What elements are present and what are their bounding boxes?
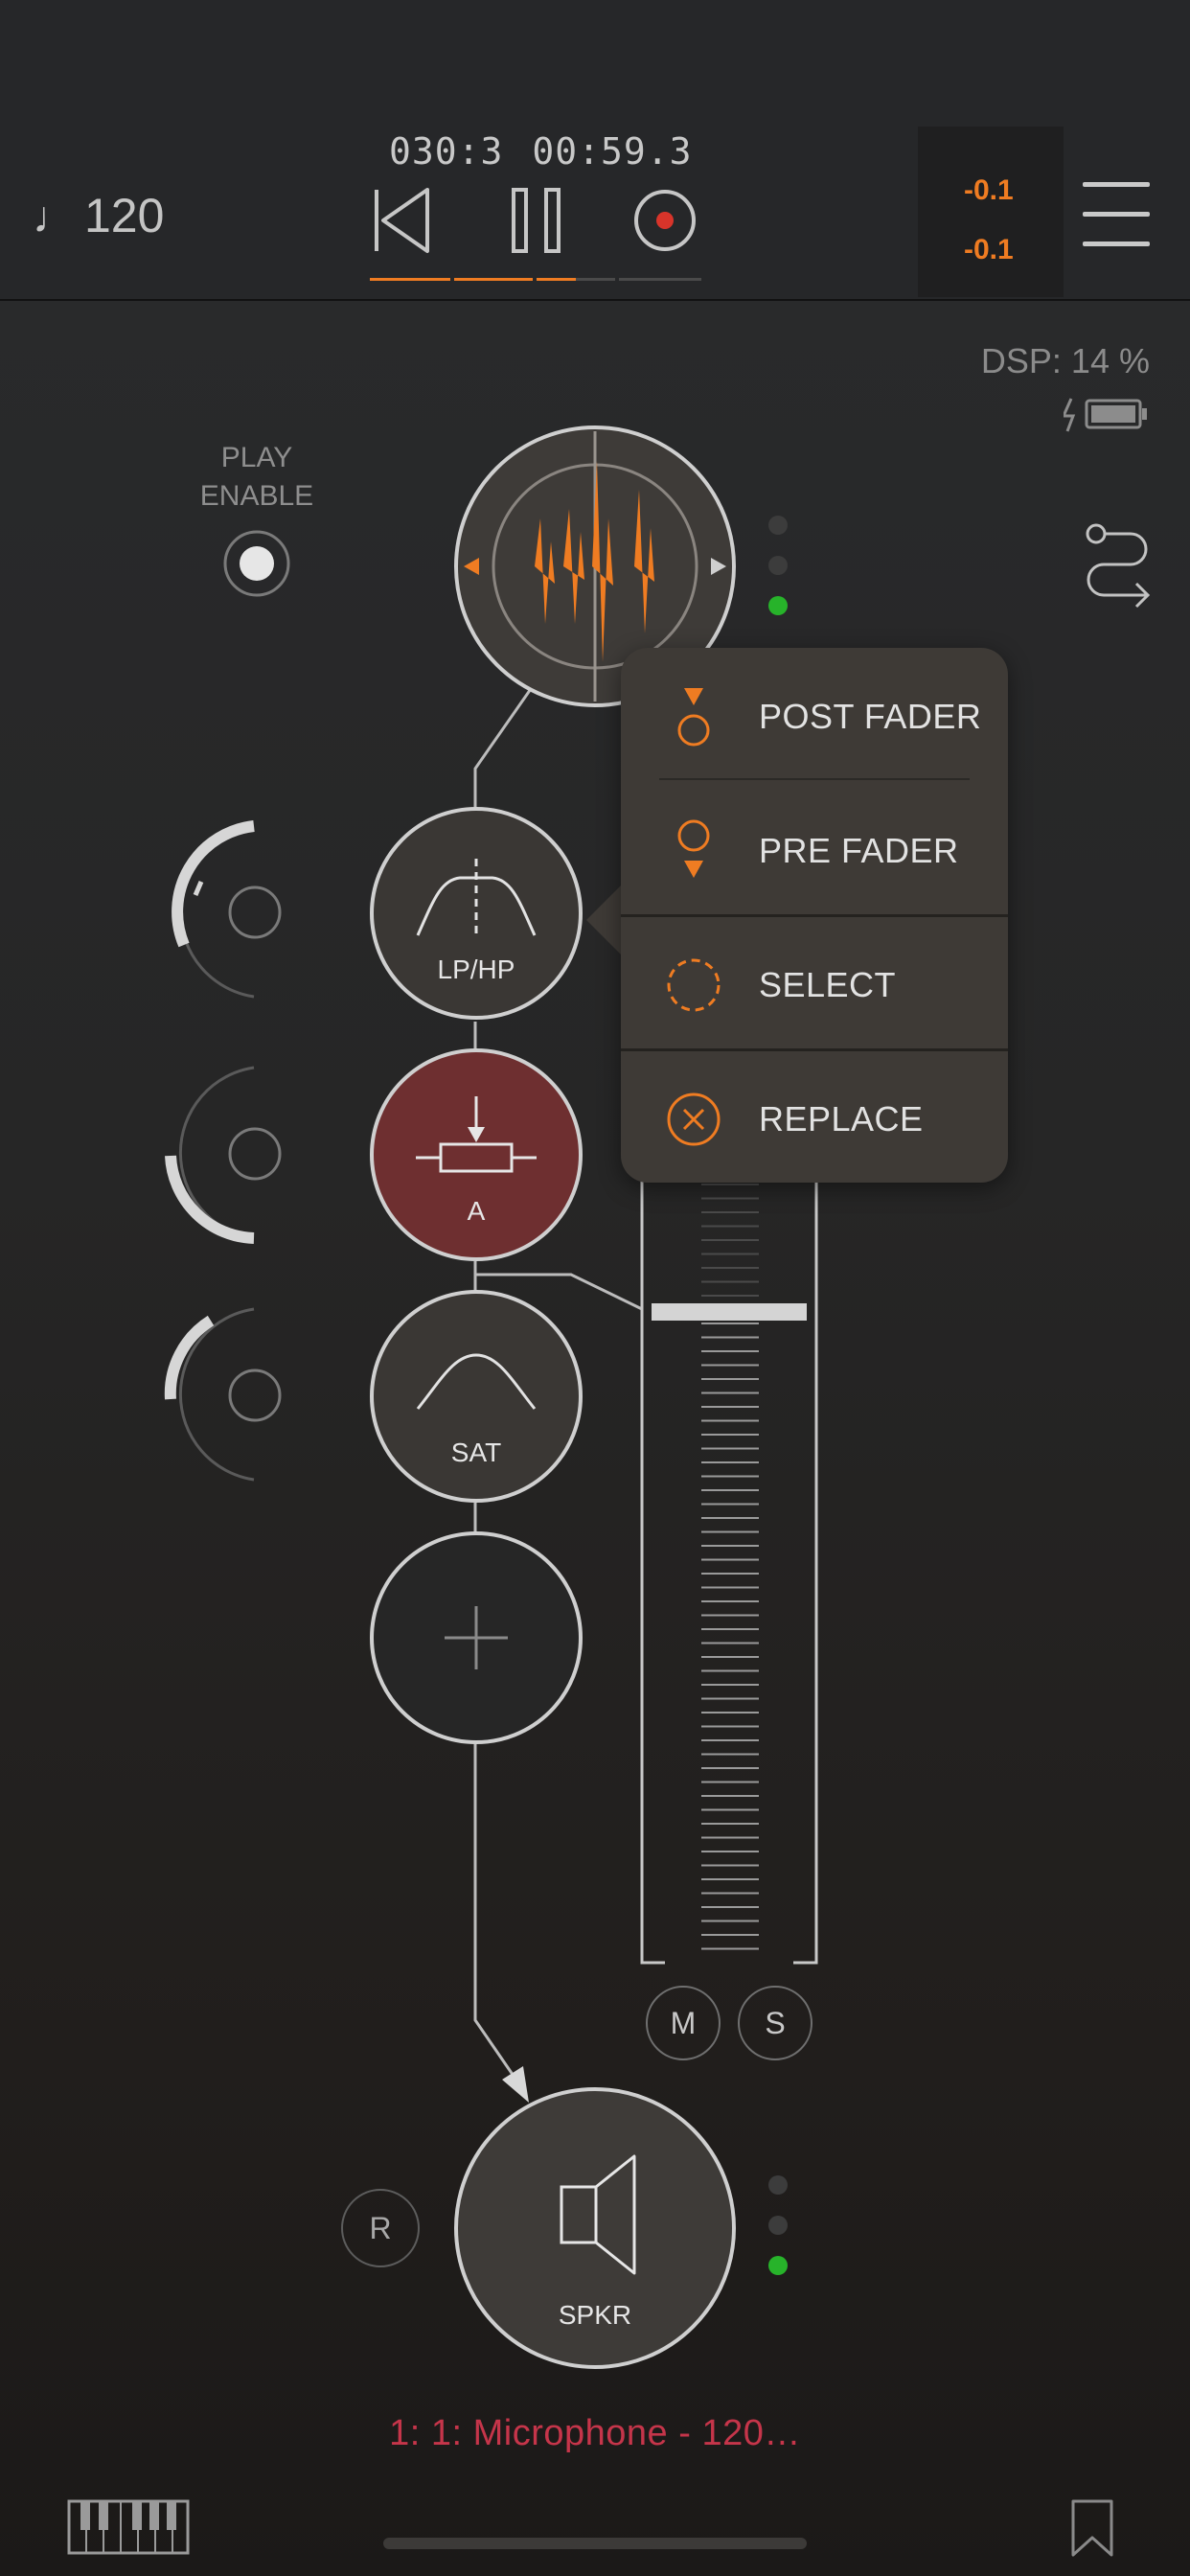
mute-button[interactable]: M xyxy=(646,1986,721,2060)
output-meter-dot xyxy=(768,2216,788,2235)
channel-volume-fader[interactable] xyxy=(640,1179,818,1970)
home-indicator[interactable] xyxy=(383,2538,807,2549)
saturation-drive-knob[interactable] xyxy=(163,1303,297,1485)
output-meter-dot xyxy=(768,2175,788,2195)
lp-hp-filter-module[interactable]: LP/HP xyxy=(370,807,583,1020)
insert-point-menu: POST FADER PRE FADER SELECT REPLACE xyxy=(621,648,1008,1183)
saturation-module[interactable]: SAT xyxy=(370,1290,583,1503)
menu-item-replace[interactable]: REPLACE xyxy=(621,1052,1008,1186)
menu-divider xyxy=(659,778,970,780)
menu-item-post-fader[interactable]: POST FADER xyxy=(621,650,1008,784)
select-dashed-circle-icon xyxy=(667,958,721,1012)
menu-divider xyxy=(621,914,1008,917)
filter-param-knob[interactable] xyxy=(163,820,297,1002)
menu-divider xyxy=(621,1048,1008,1051)
replace-x-circle-icon xyxy=(667,1092,721,1146)
attenuator-level-knob[interactable] xyxy=(163,1062,297,1244)
popup-pointer xyxy=(586,884,623,956)
input-meter-dot-active xyxy=(768,596,788,615)
plus-icon xyxy=(445,1606,508,1669)
output-label: SPKR xyxy=(558,2300,632,2330)
input-meter-dot xyxy=(768,516,788,535)
input-meter-dot xyxy=(768,556,788,575)
menu-item-pre-fader[interactable]: PRE FADER xyxy=(621,784,1008,918)
output-meter-dot-active xyxy=(768,2256,788,2275)
bookmark-icon[interactable] xyxy=(1069,2499,1115,2557)
add-module-button[interactable] xyxy=(370,1531,583,1744)
menu-item-select[interactable]: SELECT xyxy=(621,918,1008,1052)
speaker-output-module[interactable]: SPKR xyxy=(454,2087,736,2369)
solo-button[interactable]: S xyxy=(738,1986,812,2060)
piano-keyboard-icon[interactable] xyxy=(67,2499,190,2555)
module-label: A xyxy=(467,1196,486,1226)
post-fader-icon xyxy=(677,688,710,747)
fader-handle xyxy=(652,1303,807,1321)
attenuator-module[interactable]: A xyxy=(370,1048,583,1261)
module-label: SAT xyxy=(450,1438,502,1467)
pre-fader-icon xyxy=(677,819,710,878)
record-arm-button[interactable]: R xyxy=(341,2189,420,2267)
track-name[interactable]: 1: 1: Microphone - 120… xyxy=(0,2413,1190,2454)
module-label: LP/HP xyxy=(437,954,515,984)
